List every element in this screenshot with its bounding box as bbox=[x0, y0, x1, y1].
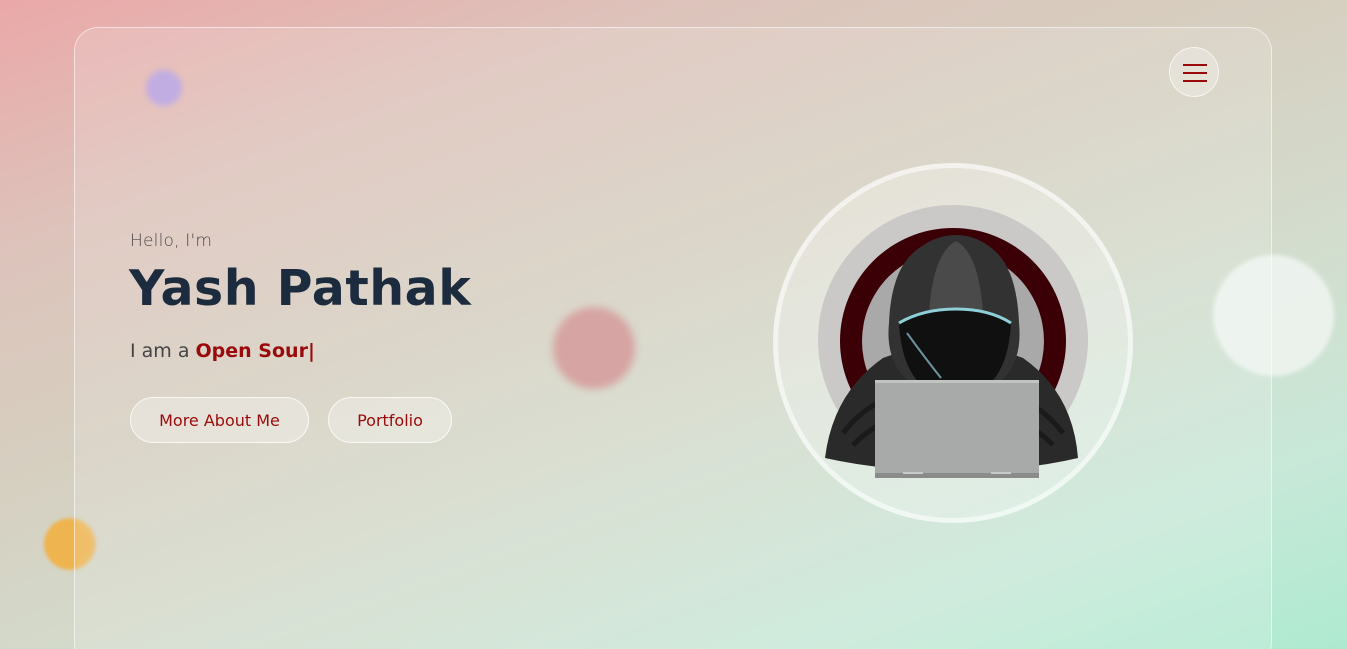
more-about-me-label: More About Me bbox=[159, 410, 280, 430]
more-about-me-button[interactable]: More About Me bbox=[130, 397, 309, 443]
menu-button[interactable] bbox=[1169, 47, 1219, 97]
hero-role: I am a Open Sour| bbox=[130, 340, 315, 362]
hooded-hacker-laptop-illustration bbox=[818, 205, 1088, 478]
role-typed-text: Open Sour bbox=[195, 340, 308, 362]
portfolio-label: Portfolio bbox=[357, 410, 423, 430]
typing-caret: | bbox=[307, 340, 315, 362]
role-prefix: I am a bbox=[130, 340, 196, 362]
portfolio-button[interactable]: Portfolio bbox=[328, 397, 452, 443]
hero-name: Yash Pathak bbox=[129, 260, 472, 317]
hero-greeting: Hello, I'm bbox=[130, 231, 213, 251]
